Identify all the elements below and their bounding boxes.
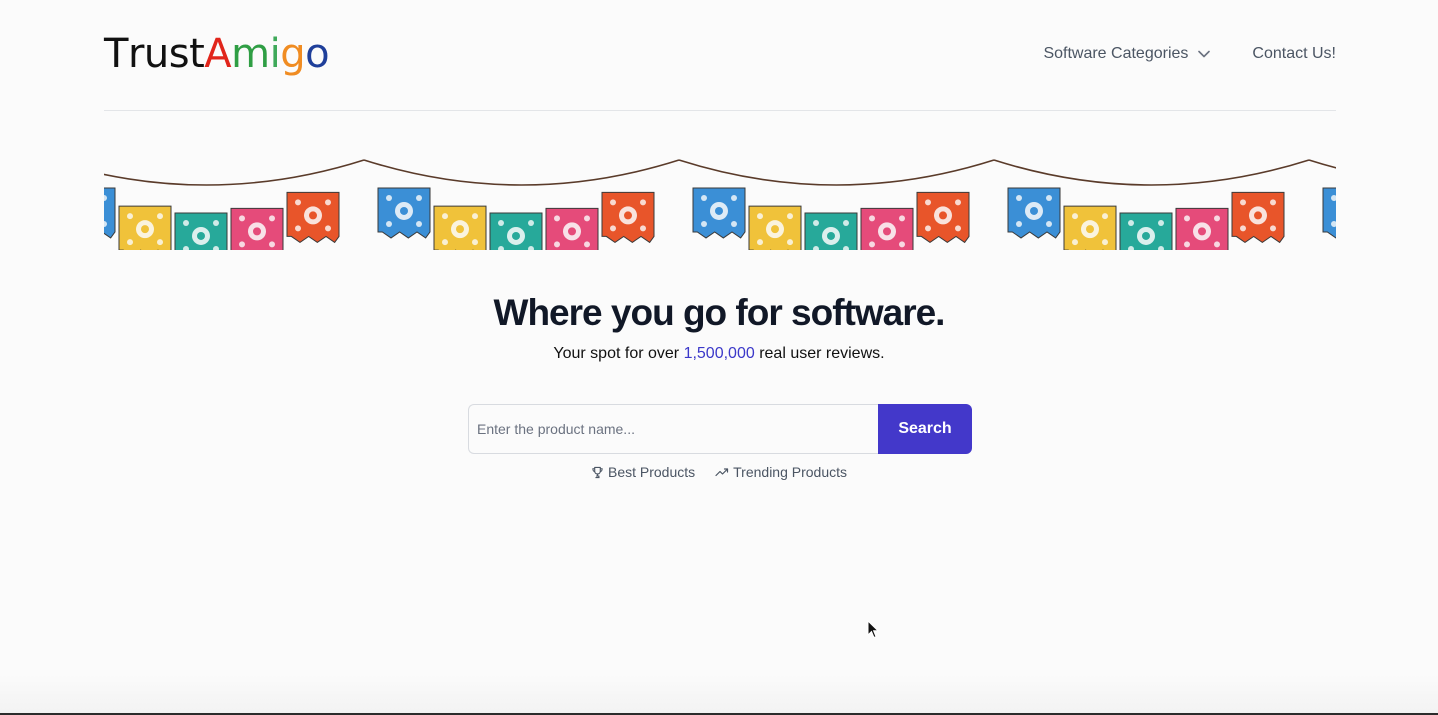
bottom-fade bbox=[0, 675, 1438, 715]
trophy-icon bbox=[591, 466, 604, 479]
hero-subtitle: Your spot for over 1,500,000 real user r… bbox=[0, 344, 1438, 364]
papel-picado-banner-image bbox=[104, 159, 1336, 250]
banner-flag bbox=[230, 207, 284, 250]
banner-flag bbox=[1063, 205, 1117, 250]
banner-flag bbox=[1322, 187, 1336, 239]
nav-contact-us[interactable]: Contact Us! bbox=[1252, 44, 1336, 64]
banner-flag bbox=[104, 187, 116, 239]
nav-software-categories-label: Software Categories bbox=[1043, 45, 1189, 62]
top-nav: Software Categories Contact Us! bbox=[1043, 44, 1336, 64]
trending-products-link[interactable]: Trending Products bbox=[715, 463, 847, 481]
banner-flag bbox=[1119, 212, 1173, 250]
logo-letter: m bbox=[231, 31, 270, 77]
logo-letter: i bbox=[269, 31, 281, 77]
logo-letter: r bbox=[127, 31, 144, 77]
banner-flag bbox=[860, 207, 914, 250]
best-products-label: Best Products bbox=[607, 464, 696, 480]
banner-flag bbox=[377, 187, 431, 239]
papel-picado-banner bbox=[104, 150, 1336, 250]
banner-flag bbox=[545, 207, 599, 250]
logo-letter: g bbox=[280, 31, 306, 77]
banner-flag bbox=[692, 187, 746, 239]
banner-flag bbox=[118, 205, 172, 250]
best-products-link[interactable]: Best Products bbox=[591, 463, 695, 481]
banner-flag bbox=[1175, 207, 1229, 250]
trustamigo-logo[interactable]: TrustAmigo bbox=[104, 31, 330, 77]
logo-letter: u bbox=[143, 31, 169, 77]
hero-subtitle-post: real user reviews. bbox=[754, 345, 885, 362]
banner-flag bbox=[601, 191, 655, 244]
logo-letter: o bbox=[305, 31, 330, 77]
hero-subtitle-pre: Your spot for over bbox=[553, 345, 684, 362]
logo-letter: A bbox=[204, 31, 232, 77]
hero-title: Where you go for software. bbox=[493, 292, 946, 333]
site-header: TrustAmigo Software Categories Contact U… bbox=[104, 0, 1336, 111]
banner-flag bbox=[916, 191, 970, 244]
chevron-down-icon bbox=[1198, 50, 1211, 58]
logo-letter: t bbox=[189, 31, 205, 77]
mouse-pointer-icon bbox=[867, 619, 880, 645]
banner-flag bbox=[286, 191, 340, 244]
logo-letter: T bbox=[104, 31, 128, 77]
nav-software-categories[interactable]: Software Categories bbox=[1043, 44, 1211, 64]
search-bar: Search bbox=[468, 404, 972, 454]
banner-flag bbox=[433, 205, 487, 250]
search-button[interactable]: Search bbox=[878, 404, 972, 454]
banner-flag bbox=[804, 212, 858, 250]
banner-flag bbox=[1007, 187, 1061, 239]
logo-letter: s bbox=[168, 31, 190, 77]
banner-flag bbox=[174, 212, 228, 250]
hero-section: Where you go for software. Your spot for… bbox=[0, 290, 1438, 364]
banner-flag bbox=[489, 212, 543, 250]
quick-links: Best Products Trending Products bbox=[0, 463, 1438, 481]
banner-flag bbox=[1231, 191, 1285, 244]
trending-products-label: Trending Products bbox=[733, 464, 848, 480]
review-count: 1,500,000 bbox=[683, 345, 755, 362]
product-search-input[interactable] bbox=[468, 404, 878, 454]
banner-flag bbox=[748, 205, 802, 250]
nav-contact-us-label: Contact Us! bbox=[1252, 45, 1336, 62]
trending-up-icon bbox=[715, 466, 729, 478]
